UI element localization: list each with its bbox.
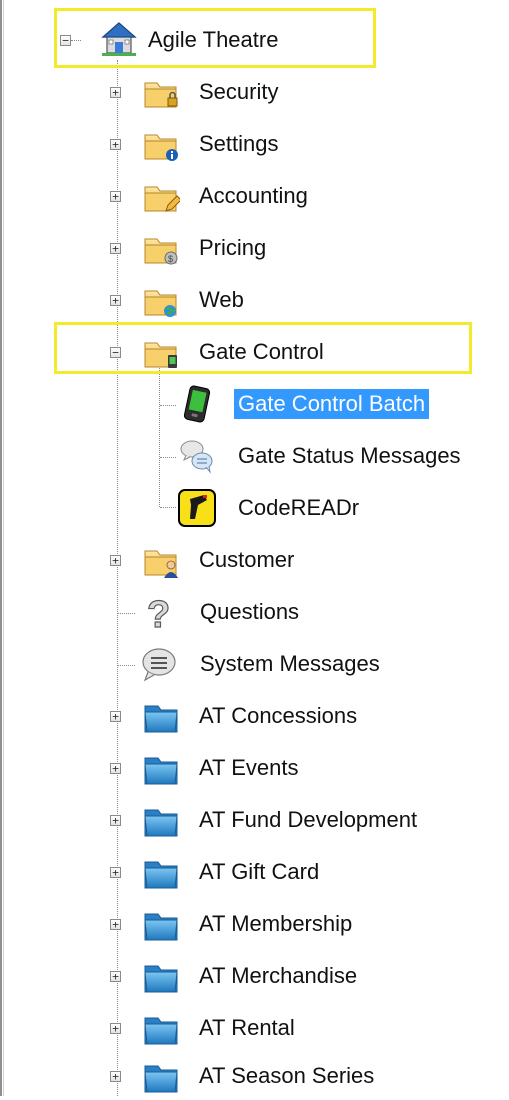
tree-line-root [117, 60, 118, 1096]
tree-node-label-selected: Gate Control Batch [234, 389, 430, 419]
folder-lock-icon [144, 82, 178, 108]
tree-connector [160, 507, 176, 508]
folder-user-icon [144, 550, 178, 578]
blue-folder-icon [144, 965, 178, 993]
folder-info-icon [144, 134, 178, 161]
highlight-box-gate-control [54, 322, 472, 374]
expand-toggle[interactable]: + [110, 815, 121, 826]
tree-connector [117, 665, 135, 666]
expand-toggle[interactable]: + [110, 971, 121, 982]
tree-node-label: AT Gift Card [199, 859, 320, 884]
tree-node-label: AT Rental [199, 1015, 295, 1040]
expand-toggle[interactable]: + [110, 87, 121, 98]
expand-toggle[interactable]: + [110, 711, 121, 722]
expand-toggle[interactable]: + [110, 555, 121, 566]
blue-folder-icon [144, 913, 178, 941]
blue-folder-icon [144, 809, 178, 837]
expand-toggle[interactable]: + [110, 867, 121, 878]
expand-toggle[interactable]: + [110, 243, 121, 254]
tree-node-label: System Messages [200, 651, 380, 676]
tree-connector [117, 613, 135, 614]
expand-toggle[interactable]: + [110, 763, 121, 774]
panel-left-border-inner [3, 0, 4, 1096]
expand-toggle[interactable]: + [110, 139, 121, 150]
tree-node-label: CodeREADr [238, 495, 360, 520]
tree-node-label: AT Membership [199, 911, 353, 936]
folder-globe-icon [144, 290, 177, 317]
tree-node-label: Settings [199, 131, 279, 156]
tree-node-label: Pricing [199, 235, 267, 260]
folder-coins-icon: $ [144, 238, 178, 265]
blue-folder-icon [144, 705, 178, 733]
svg-text:$: $ [168, 254, 173, 264]
tree-node-label: AT Events [199, 755, 299, 780]
expand-toggle[interactable]: + [110, 1071, 121, 1082]
barcode-scanner-icon [178, 489, 216, 527]
tree-node-label: AT Season Series [199, 1063, 375, 1088]
tree-connector [160, 405, 176, 406]
tree-node-label: Accounting [199, 183, 308, 208]
tree-node-label: Customer [199, 547, 295, 572]
expand-toggle[interactable]: + [110, 191, 121, 202]
blue-folder-icon [144, 861, 178, 889]
tree-node-label: Questions [200, 599, 300, 624]
tree-node-label: AT Merchandise [199, 963, 358, 988]
speech-bubble-icon [142, 648, 176, 682]
expand-toggle[interactable]: + [110, 1023, 121, 1034]
tree-line-gate-control [159, 365, 160, 507]
svg-text:?: ? [147, 594, 170, 631]
folder-pencil-icon [144, 186, 180, 212]
tree-node-label: AT Concessions [199, 703, 358, 728]
tree-connector [160, 457, 176, 458]
panel-left-border [0, 0, 2, 1096]
expand-toggle[interactable]: + [110, 295, 121, 306]
tree-node-label: Security [199, 79, 279, 104]
question-icon: ? [146, 593, 170, 631]
chat-bubbles-icon [180, 440, 213, 474]
tree-node-label: Gate Status Messages [238, 443, 461, 468]
tree-node-label: AT Fund Development [199, 807, 418, 832]
blue-folder-icon [144, 1065, 178, 1093]
blue-folder-icon [144, 1017, 178, 1045]
handheld-scanner-icon [183, 385, 211, 423]
expand-toggle[interactable]: + [110, 919, 121, 930]
tree-node-label: Web [199, 287, 244, 312]
blue-folder-icon [144, 757, 178, 785]
highlight-box-agile-theatre [54, 8, 376, 68]
